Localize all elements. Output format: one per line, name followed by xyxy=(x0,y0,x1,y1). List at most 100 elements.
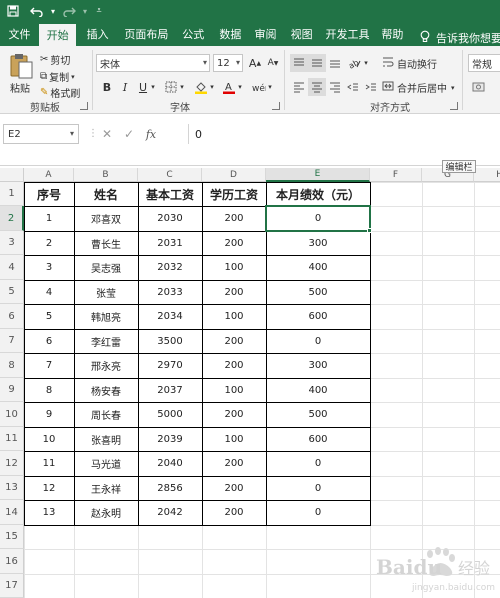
row-header-12[interactable]: 12 xyxy=(0,451,24,476)
tab-page-layout[interactable]: 页面布局 xyxy=(119,22,174,46)
table-cell[interactable]: 2034 xyxy=(138,304,202,329)
redo-dropdown-icon[interactable]: ▾ xyxy=(80,0,90,22)
select-all-corner[interactable] xyxy=(0,168,24,182)
table-cell[interactable]: 5000 xyxy=(138,402,202,427)
table-cell[interactable]: 2040 xyxy=(138,451,202,476)
number-format-select[interactable]: 常规 xyxy=(468,54,500,72)
table-header-cell[interactable]: 学历工资 xyxy=(202,182,266,206)
table-cell[interactable]: 杨安春 xyxy=(74,378,138,402)
align-bottom-icon[interactable] xyxy=(326,54,344,72)
wrap-text-button[interactable]: 自动换行 xyxy=(382,56,437,71)
column-header-a[interactable]: A xyxy=(24,168,74,182)
table-cell[interactable]: 600 xyxy=(266,427,370,451)
align-top-icon[interactable] xyxy=(290,54,308,72)
tell-me-box[interactable]: 告诉我你想要 xyxy=(420,30,500,46)
table-header-cell[interactable]: 基本工资 xyxy=(138,182,202,206)
table-cell[interactable]: 2030 xyxy=(138,206,202,231)
table-header-cell[interactable]: 姓名 xyxy=(74,182,138,206)
tab-formulas[interactable]: 公式 xyxy=(174,22,213,46)
tab-view[interactable]: 视图 xyxy=(283,22,320,46)
border-dropdown-icon[interactable]: ▾ xyxy=(178,78,186,96)
table-cell[interactable]: 2042 xyxy=(138,500,202,525)
table-cell[interactable]: 200 xyxy=(202,500,266,525)
customize-icon[interactable]: ⩡ xyxy=(90,0,108,22)
cancel-icon[interactable]: ✕ xyxy=(96,127,118,141)
table-cell[interactable]: 200 xyxy=(202,206,266,231)
row-header-8[interactable]: 8 xyxy=(0,353,24,378)
table-cell[interactable]: 吴志强 xyxy=(74,255,138,280)
table-cell[interactable]: 300 xyxy=(266,231,370,255)
table-cell[interactable]: 200 xyxy=(202,451,266,476)
paste-button[interactable]: 粘贴 xyxy=(10,80,30,95)
paste-icon[interactable] xyxy=(8,52,36,80)
column-header-c[interactable]: C xyxy=(138,168,202,182)
column-header-h[interactable]: H xyxy=(474,168,500,182)
table-cell[interactable]: 3 xyxy=(24,255,74,280)
row-header-6[interactable]: 6 xyxy=(0,304,24,329)
font-color-dropdown-icon[interactable]: ▾ xyxy=(236,78,244,96)
undo-dropdown-icon[interactable]: ▾ xyxy=(48,0,58,22)
increase-indent-icon[interactable] xyxy=(362,78,380,96)
grow-font-icon[interactable]: A ▲ xyxy=(246,54,264,72)
table-cell[interactable]: 赵永明 xyxy=(74,500,138,525)
table-cell[interactable]: 邓喜双 xyxy=(74,206,138,231)
tab-file[interactable]: 文件 xyxy=(0,22,39,46)
table-cell[interactable]: 3500 xyxy=(138,329,202,353)
decrease-indent-icon[interactable] xyxy=(344,78,362,96)
row-header-17[interactable]: 17 xyxy=(0,574,24,598)
tab-help[interactable]: 帮助 xyxy=(375,22,410,46)
table-cell[interactable]: 200 xyxy=(202,280,266,304)
enter-icon[interactable]: ✓ xyxy=(118,127,140,141)
table-cell[interactable]: 2970 xyxy=(138,353,202,378)
table-cell[interactable]: 600 xyxy=(266,304,370,329)
table-cell[interactable]: 10 xyxy=(24,427,74,451)
fill-handle[interactable] xyxy=(367,228,372,233)
table-cell[interactable]: 500 xyxy=(266,402,370,427)
shrink-font-icon[interactable]: A ▼ xyxy=(264,54,282,72)
tab-data[interactable]: 数据 xyxy=(213,22,248,46)
merge-center-button[interactable]: 合并后居中 ▾ xyxy=(382,80,455,95)
italic-button[interactable]: I xyxy=(116,78,134,96)
table-cell[interactable]: 200 xyxy=(202,402,266,427)
tab-review[interactable]: 审阅 xyxy=(248,22,283,46)
table-header-cell[interactable]: 本月绩效（元） xyxy=(266,182,370,206)
table-cell[interactable]: 2856 xyxy=(138,476,202,500)
table-cell[interactable]: 曹长生 xyxy=(74,231,138,255)
formula-input[interactable]: 0 xyxy=(188,124,500,144)
clipboard-launcher-icon[interactable] xyxy=(80,102,88,110)
cut-button[interactable]: ✂ 剪切 xyxy=(40,52,70,67)
table-cell[interactable]: 0 xyxy=(266,206,370,231)
row-header-7[interactable]: 7 xyxy=(0,329,24,353)
table-cell[interactable]: 2032 xyxy=(138,255,202,280)
row-header-13[interactable]: 13 xyxy=(0,476,24,500)
table-cell[interactable]: 11 xyxy=(24,451,74,476)
save-icon[interactable] xyxy=(0,0,26,22)
row-header-3[interactable]: 3 xyxy=(0,231,24,255)
table-cell[interactable]: 0 xyxy=(266,451,370,476)
font-size-select[interactable]: 12 ▾ xyxy=(213,54,243,72)
table-cell[interactable]: 200 xyxy=(202,476,266,500)
column-header-f[interactable]: F xyxy=(370,168,422,182)
fill-color-dropdown-icon[interactable]: ▾ xyxy=(208,78,216,96)
table-cell[interactable]: 200 xyxy=(202,231,266,255)
table-cell[interactable]: 200 xyxy=(202,353,266,378)
table-cell[interactable]: 2037 xyxy=(138,378,202,402)
table-cell[interactable]: 张莹 xyxy=(74,280,138,304)
table-cell[interactable]: 1 xyxy=(24,206,74,231)
table-cell[interactable]: 500 xyxy=(266,280,370,304)
table-cell[interactable]: 周长春 xyxy=(74,402,138,427)
table-cell[interactable]: 张喜明 xyxy=(74,427,138,451)
table-cell[interactable]: 9 xyxy=(24,402,74,427)
row-header-9[interactable]: 9 xyxy=(0,378,24,402)
table-cell[interactable]: 韩旭亮 xyxy=(74,304,138,329)
undo-icon[interactable] xyxy=(26,0,48,22)
name-box[interactable]: E2 ▾ xyxy=(3,124,79,144)
table-cell[interactable]: 2031 xyxy=(138,231,202,255)
table-cell[interactable]: 马光道 xyxy=(74,451,138,476)
merge-dropdown-icon[interactable]: ▾ xyxy=(451,84,455,92)
table-cell[interactable]: 2039 xyxy=(138,427,202,451)
table-cell[interactable]: 12 xyxy=(24,476,74,500)
copy-dropdown-icon[interactable]: ▾ xyxy=(71,73,75,81)
bold-button[interactable]: B xyxy=(98,78,116,96)
copy-button[interactable]: ⧉ 复制 ▾ xyxy=(40,69,75,84)
